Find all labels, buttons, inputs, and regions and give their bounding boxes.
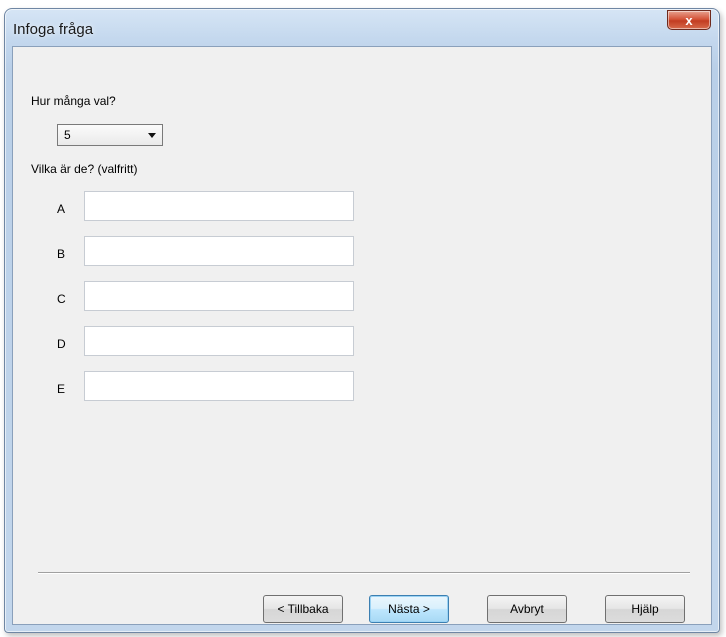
- choice-count-label: Hur många val?: [31, 94, 116, 108]
- footer-divider: [38, 572, 690, 574]
- back-button[interactable]: < Tillbaka: [263, 595, 343, 623]
- next-button[interactable]: Nästa >: [369, 595, 449, 623]
- choice-c-input[interactable]: [84, 281, 354, 311]
- title-bar: Infoga fråga x: [5, 9, 719, 47]
- chevron-down-icon: [148, 133, 156, 138]
- choices-label: Vilka är de? (valfritt): [31, 162, 138, 176]
- help-button[interactable]: Hjälp: [605, 595, 685, 623]
- choice-letter-c: C: [57, 292, 66, 306]
- cancel-button[interactable]: Avbryt: [487, 595, 567, 623]
- choice-letter-b: B: [57, 247, 66, 261]
- window-title: Infoga fråga: [13, 21, 94, 38]
- dialog-content: Hur många val? 5 Vilka är de? (valfritt)…: [12, 46, 712, 625]
- choice-letter-a: A: [57, 202, 66, 216]
- close-button[interactable]: x: [667, 10, 711, 30]
- choice-d-input[interactable]: [84, 326, 354, 356]
- choice-letter-e: E: [57, 382, 66, 396]
- choice-a-input[interactable]: [84, 191, 354, 221]
- choice-b-input[interactable]: [84, 236, 354, 266]
- choice-count-dropdown[interactable]: 5: [57, 124, 163, 146]
- close-icon: x: [685, 12, 693, 28]
- choice-e-input[interactable]: [84, 371, 354, 401]
- choice-letter-d: D: [57, 337, 66, 351]
- choice-count-value: 5: [64, 128, 71, 142]
- dialog-window: Infoga fråga x Hur många val? 5 Vilka är…: [4, 8, 720, 633]
